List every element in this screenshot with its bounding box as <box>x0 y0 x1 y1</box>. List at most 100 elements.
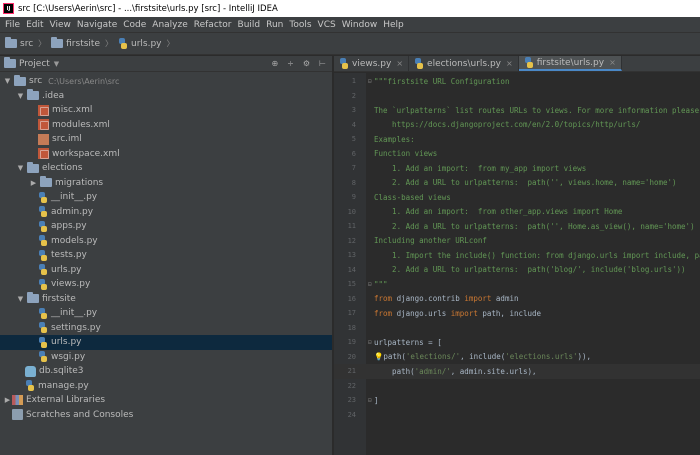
tree-item[interactable]: __init__.py <box>0 306 332 321</box>
locate-file-icon[interactable]: ⊕ <box>271 59 278 68</box>
tree-item[interactable]: __init__.py <box>0 190 332 205</box>
code-line[interactable]: 9 Class-based views <box>334 190 700 205</box>
tree-item[interactable]: wsgi.py <box>0 350 332 365</box>
code-line[interactable]: 13 1. Import the include() function: fro… <box>334 248 700 263</box>
hide-panel-icon[interactable]: ⊢ <box>319 59 326 68</box>
tree-item[interactable]: manage.py <box>0 379 332 394</box>
tree-item[interactable]: src.iml <box>0 132 332 147</box>
code-line[interactable]: 18 <box>334 321 700 336</box>
fold-marker-icon[interactable]: ⊟ <box>368 397 372 404</box>
code-line[interactable]: 22 <box>334 379 700 394</box>
editor-tab[interactable]: views.py × <box>334 56 410 71</box>
tree-item[interactable]: models.py <box>0 234 332 249</box>
code-token: 2. Add a URL to urlpatterns: path('blog/… <box>374 265 686 275</box>
tree-item[interactable]: apps.py <box>0 219 332 234</box>
close-tab-icon[interactable]: × <box>506 59 513 68</box>
collapse-arrow-icon[interactable]: ▶ <box>3 396 12 404</box>
code-line[interactable]: 21 path('admin/', admin.site.urls), <box>334 364 700 379</box>
code-line[interactable]: 16 from django.contrib import admin <box>334 292 700 307</box>
tree-item[interactable]: modules.xml <box>0 118 332 133</box>
menu-window[interactable]: Window <box>339 20 381 30</box>
project-tree[interactable]: ▼ src C:\Users\Aerin\src ▼ .idea misc.xml modu… <box>0 72 332 421</box>
folder-icon <box>27 89 39 101</box>
tree-item[interactable]: db.sqlite3 <box>0 364 332 379</box>
tree-item[interactable]: settings.py <box>0 321 332 336</box>
menu-edit[interactable]: Edit <box>23 20 46 30</box>
code-text: The `urlpatterns` list routes URLs to vi… <box>374 106 700 115</box>
menu-file[interactable]: File <box>2 20 23 30</box>
code-line[interactable]: 11 2. Add a URL to urlpatterns: path('',… <box>334 219 700 234</box>
code-line[interactable]: 17 from django.urls import path, include <box>334 306 700 321</box>
code-line[interactable]: 19 ⊟ urlpatterns = [ <box>334 335 700 350</box>
code-line[interactable]: 8 2. Add a URL to urlpatterns: path('', … <box>334 176 700 191</box>
tree-item-path: C:\Users\Aerin\src <box>48 76 120 86</box>
fold-marker-icon[interactable]: ⊟ <box>368 339 372 346</box>
fold-marker-icon[interactable]: ⊟ <box>368 78 372 85</box>
code-line[interactable]: 23 ⊟] <box>334 393 700 408</box>
menu-refactor[interactable]: Refactor <box>191 20 235 30</box>
intention-bulb-icon[interactable]: 💡 <box>374 352 383 361</box>
menu-navigate[interactable]: Navigate <box>74 20 120 30</box>
collapse-arrow-icon[interactable]: ▶ <box>29 179 38 187</box>
code-editor[interactable]: 1 ⊟ """firstsite URL Configuration 2 3 The `u… <box>334 73 700 455</box>
python-file-icon <box>38 322 48 334</box>
code-line[interactable]: 24 <box>334 408 700 423</box>
code-line[interactable]: 6 Function views <box>334 147 700 162</box>
settings-gear-icon[interactable]: ⚙ <box>303 59 310 68</box>
breadcrumb-src[interactable]: src 〉 <box>5 37 51 49</box>
tree-item[interactable]: ▼ .idea <box>0 89 332 104</box>
code-line[interactable]: 1 ⊟ """firstsite URL Configuration <box>334 74 700 89</box>
menu-help[interactable]: Help <box>380 20 407 30</box>
menu-analyze[interactable]: Analyze <box>149 20 190 30</box>
code-line[interactable]: 4 https://docs.djangoproject.com/en/2.0/… <box>334 118 700 133</box>
tree-item[interactable]: tests.py <box>0 248 332 263</box>
menu-vcs[interactable]: VCS <box>315 20 339 30</box>
python-file-icon <box>414 58 424 69</box>
tree-item[interactable]: urls.py <box>0 263 332 278</box>
expand-arrow-icon[interactable]: ▼ <box>3 77 12 85</box>
close-tab-icon[interactable]: × <box>396 59 403 68</box>
tree-item[interactable]: misc.xml <box>0 103 332 118</box>
tree-item[interactable]: admin.py <box>0 205 332 220</box>
expand-arrow-icon[interactable]: ▼ <box>16 164 25 172</box>
tree-item[interactable]: workspace.xml <box>0 147 332 162</box>
folder-icon <box>14 74 26 86</box>
tree-item[interactable]: ▼ elections <box>0 161 332 176</box>
tree-item[interactable]: views.py <box>0 277 332 292</box>
tree-item[interactable]: urls.py <box>0 335 332 350</box>
editor-tab[interactable]: firstsite\urls.py × <box>518 56 622 71</box>
breadcrumb-firstsite[interactable]: firstsite 〉 <box>51 37 118 49</box>
menu-view[interactable]: View <box>47 20 74 30</box>
python-file-icon <box>38 191 48 203</box>
menu-code[interactable]: Code <box>120 20 149 30</box>
code-line[interactable]: 15 ⊟ """ <box>334 277 700 292</box>
project-view-selector[interactable]: Project <box>19 59 50 69</box>
expand-arrow-icon[interactable]: ▼ <box>16 92 25 100</box>
tree-item[interactable]: ▶ External Libraries <box>0 393 332 408</box>
menu-build[interactable]: Build <box>235 20 264 30</box>
expand-arrow-icon[interactable]: ▼ <box>16 295 25 303</box>
code-line[interactable]: 3 The `urlpatterns` list routes URLs to v… <box>334 103 700 118</box>
code-line[interactable]: 5 Examples: <box>334 132 700 147</box>
fold-marker-icon[interactable]: ⊟ <box>368 281 372 288</box>
line-number: 6 <box>351 149 356 158</box>
code-line[interactable]: 12 Including another URLconf <box>334 234 700 249</box>
tree-item[interactable]: Scratches and Consoles <box>0 408 332 423</box>
line-number: 23 <box>347 396 356 405</box>
tree-item[interactable]: ▼ firstsite <box>0 292 332 307</box>
editor-tab[interactable]: elections\urls.py × <box>409 56 519 71</box>
code-line[interactable]: 10 1. Add an import: from other_app.view… <box>334 205 700 220</box>
code-line[interactable]: 14 2. Add a URL to urlpatterns: path('bl… <box>334 263 700 278</box>
code-text: from django.contrib import admin <box>374 294 519 303</box>
tree-item[interactable]: ▼ src C:\Users\Aerin\src <box>0 74 332 89</box>
breadcrumb-urls-py[interactable]: urls.py 〉 <box>118 38 180 49</box>
code-line[interactable]: 7 1. Add an import: from my_app import v… <box>334 161 700 176</box>
menu-run[interactable]: Run <box>263 20 286 30</box>
code-line[interactable]: 20 💡path('elections/', include('elections… <box>334 350 700 365</box>
close-tab-icon[interactable]: × <box>609 58 616 67</box>
chevron-down-icon[interactable]: ▼ <box>54 60 59 68</box>
code-line[interactable]: 2 <box>334 89 700 104</box>
collapse-all-icon[interactable]: ÷ <box>287 59 294 68</box>
tree-item[interactable]: ▶ migrations <box>0 176 332 191</box>
menu-tools[interactable]: Tools <box>286 20 314 30</box>
